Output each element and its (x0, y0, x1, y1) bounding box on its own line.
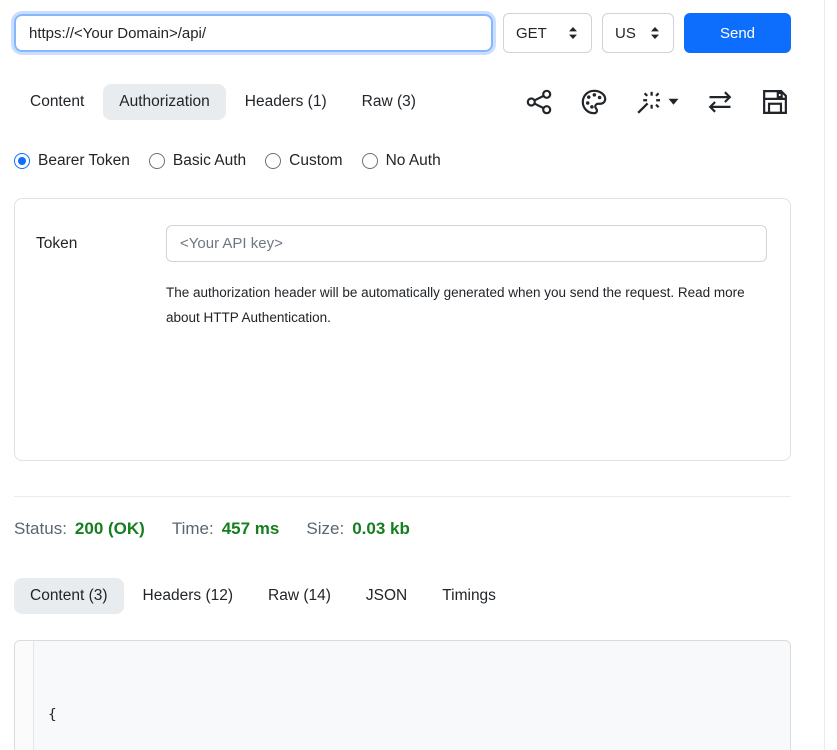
content-column: GET US Send Content (14, 0, 791, 750)
radio-icon (149, 153, 165, 169)
api-client-page: GET US Send Content (0, 0, 837, 750)
tab-headers[interactable]: Headers (1) (229, 84, 343, 120)
tab-content[interactable]: Content (14, 84, 100, 120)
auth-options: Bearer Token Basic Auth Custom No Auth (14, 152, 791, 170)
radio-no-auth[interactable]: No Auth (362, 152, 441, 170)
radio-bearer-token[interactable]: Bearer Token (14, 152, 130, 170)
radio-basic-auth[interactable]: Basic Auth (149, 152, 246, 170)
tab-authorization[interactable]: Authorization (103, 84, 225, 120)
response-tabs: Content (3) Headers (12) Raw (14) JSON T… (14, 578, 512, 614)
radio-label: Custom (289, 152, 342, 170)
send-button[interactable]: Send (684, 13, 791, 53)
method-select-value: GET (516, 25, 547, 42)
page-right-divider (824, 0, 825, 750)
radio-icon (265, 153, 281, 169)
save-icon[interactable] (761, 88, 789, 116)
code-line: { (48, 703, 790, 728)
region-select-value: US (615, 25, 636, 42)
token-help-text: The authorization header will be automat… (166, 280, 766, 330)
tab-response-timings[interactable]: Timings (426, 578, 512, 614)
radio-icon (362, 153, 378, 169)
response-body-viewer[interactable]: { "message": "API running." } (14, 640, 791, 750)
response-status-row: Status: 200 (OK) Time: 457 ms Size: 0.03… (14, 519, 791, 539)
tab-response-json[interactable]: JSON (350, 578, 423, 614)
response-size: Size: 0.03 kb (306, 519, 409, 539)
tab-response-raw[interactable]: Raw (14) (252, 578, 347, 614)
radio-label: Basic Auth (173, 152, 246, 170)
time-label: Time: (172, 519, 214, 539)
magic-wand-dropdown-icon[interactable] (635, 88, 679, 116)
token-label: Token (36, 235, 166, 253)
request-tabs: Content Authorization Headers (1) Raw (3… (14, 84, 432, 120)
region-select[interactable]: US (602, 13, 674, 53)
section-divider (14, 496, 791, 497)
status-code: Status: 200 (OK) (14, 519, 145, 539)
radio-label: Bearer Token (38, 152, 130, 170)
request-tabs-row: Content Authorization Headers (1) Raw (3… (14, 84, 791, 120)
method-select[interactable]: GET (503, 13, 592, 53)
size-value: 0.03 kb (352, 519, 410, 539)
response-json-code: { "message": "API running." } (34, 641, 790, 750)
request-bar: GET US Send (14, 0, 791, 53)
share-icon[interactable] (525, 88, 553, 116)
palette-icon[interactable] (580, 88, 608, 116)
updown-caret-icon (649, 26, 661, 40)
time-value: 457 ms (222, 519, 280, 539)
token-row: Token (36, 225, 767, 262)
caret-down-icon (668, 98, 679, 106)
code-gutter (15, 641, 34, 750)
token-panel: Token The authorization header will be a… (14, 198, 791, 461)
size-label: Size: (306, 519, 344, 539)
radio-icon (14, 153, 30, 169)
tab-response-content[interactable]: Content (3) (14, 578, 124, 614)
toolbar (525, 88, 791, 116)
url-input[interactable] (14, 14, 493, 52)
response-tabs-row: Content (3) Headers (12) Raw (14) JSON T… (14, 578, 791, 614)
radio-label: No Auth (386, 152, 441, 170)
radio-custom[interactable]: Custom (265, 152, 342, 170)
swap-arrows-icon[interactable] (706, 88, 734, 116)
tab-raw[interactable]: Raw (3) (346, 84, 432, 120)
status-label: Status: (14, 519, 67, 539)
tab-response-headers[interactable]: Headers (12) (127, 578, 249, 614)
status-value: 200 (OK) (75, 519, 145, 539)
token-input[interactable] (166, 225, 767, 262)
response-time: Time: 457 ms (172, 519, 280, 539)
updown-caret-icon (567, 26, 579, 40)
